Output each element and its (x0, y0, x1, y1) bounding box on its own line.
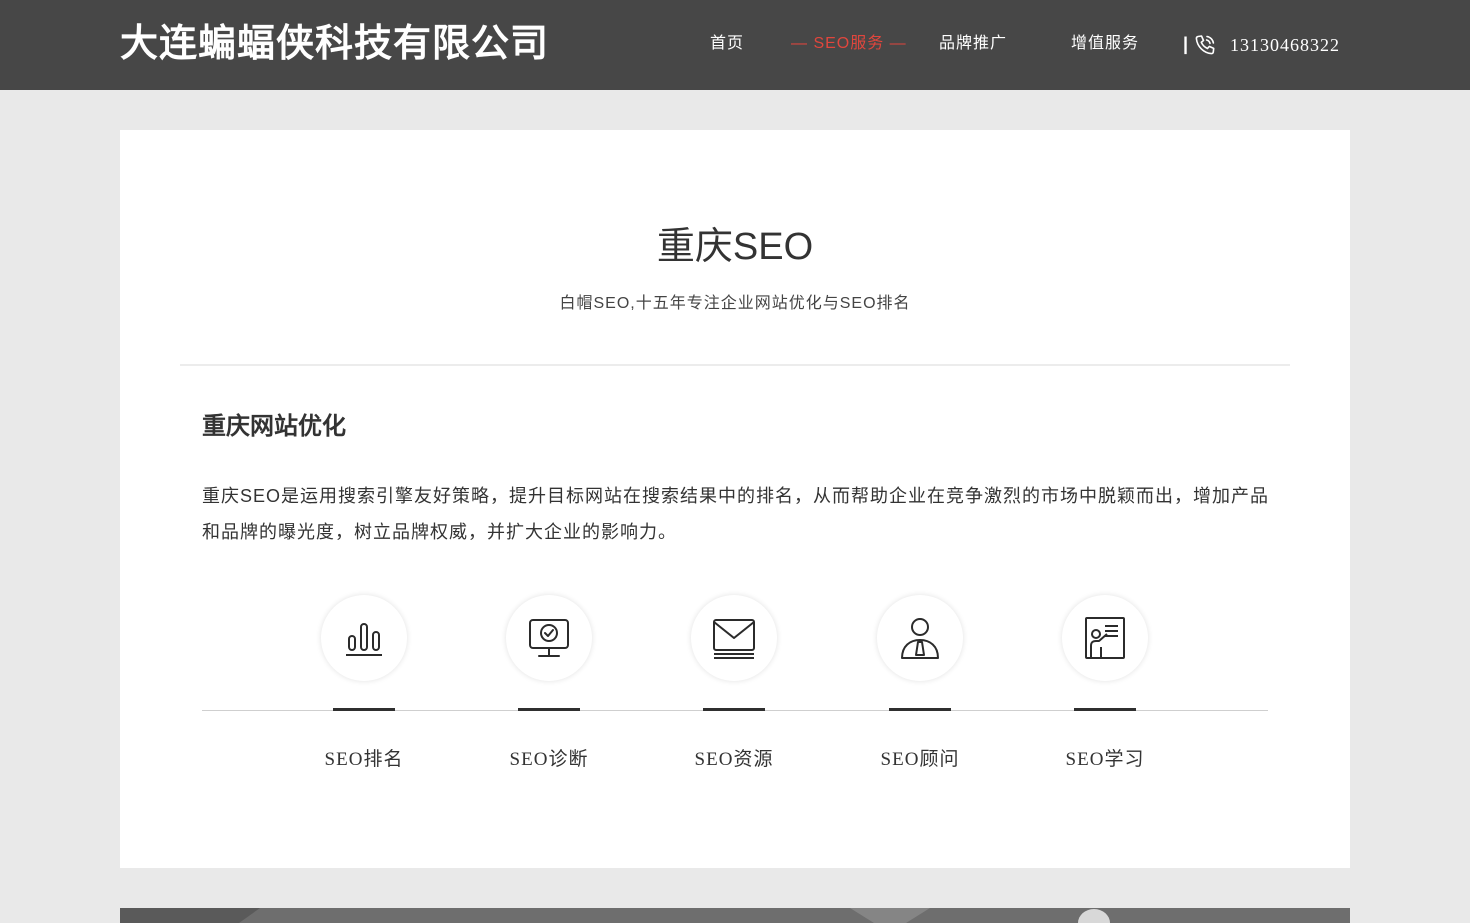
section-title: 重庆网站优化 (202, 413, 346, 440)
consultant-icon (901, 618, 939, 659)
feature-underline (703, 708, 765, 711)
feature-label: SEO诊断 (509, 749, 589, 770)
bar-chart-icon (346, 623, 382, 656)
feature-icon-circle (877, 595, 963, 681)
bottom-banner (120, 908, 1350, 923)
feature-seo-diagnosis[interactable]: SEO诊断 (489, 595, 609, 775)
site-logo[interactable]: 大连蝙蝠侠科技有限公司 (120, 20, 549, 68)
nav-item-value-added[interactable]: 增值服务 (1071, 33, 1139, 55)
feature-icon-circle (1062, 595, 1148, 681)
main-card: 重庆SEO 白帽SEO,十五年专注企业网站优化与SEO排名 重庆网站优化 重庆S… (120, 130, 1350, 868)
feature-icon-circle (321, 595, 407, 681)
banner-shape (120, 908, 260, 923)
phone-number[interactable]: 13130468322 (1230, 34, 1340, 56)
presentation-icon (1085, 617, 1125, 659)
phone-icon (1195, 35, 1215, 55)
nav-separator: | (1183, 34, 1189, 54)
feature-label: SEO学习 (1065, 749, 1145, 770)
feature-icon-circle (506, 595, 592, 681)
nav-item-seo-services[interactable]: — SEO服务 — (791, 33, 907, 55)
banner-shape (1078, 909, 1110, 923)
feature-label: SEO资源 (694, 749, 774, 770)
page-title: 重庆SEO (656, 226, 814, 268)
page-subtitle: 白帽SEO,十五年专注企业网站优化与SEO排名 (559, 295, 911, 312)
feature-seo-resources[interactable]: SEO资源 (674, 595, 794, 775)
feature-underline (889, 708, 951, 711)
feature-label: SEO顾问 (880, 749, 960, 770)
feature-seo-learning[interactable]: SEO学习 (1045, 595, 1165, 775)
nav-item-brand-promotion[interactable]: 品牌推广 (939, 33, 1007, 55)
feature-seo-consultant[interactable]: SEO顾问 (860, 595, 980, 775)
feature-icon-circle (691, 595, 777, 681)
section-divider (180, 364, 1290, 366)
monitor-check-icon (529, 619, 569, 657)
feature-seo-ranking[interactable]: SEO排名 (304, 595, 424, 775)
banner-shape (850, 908, 930, 923)
section-description: 重庆SEO是运用搜索引擎友好策略，提升目标网站在搜索结果中的排名，从而帮助企业在… (202, 486, 1270, 542)
feature-underline (1074, 708, 1136, 711)
nav-item-home[interactable]: 首页 (710, 33, 744, 55)
mail-icon (713, 619, 755, 659)
site-header: 大连蝙蝠侠科技有限公司 首页 — SEO服务 — 品牌推广 增值服务 | 131… (0, 0, 1470, 90)
feature-underline (518, 708, 580, 711)
feature-underline (333, 708, 395, 711)
feature-label: SEO排名 (324, 749, 404, 770)
